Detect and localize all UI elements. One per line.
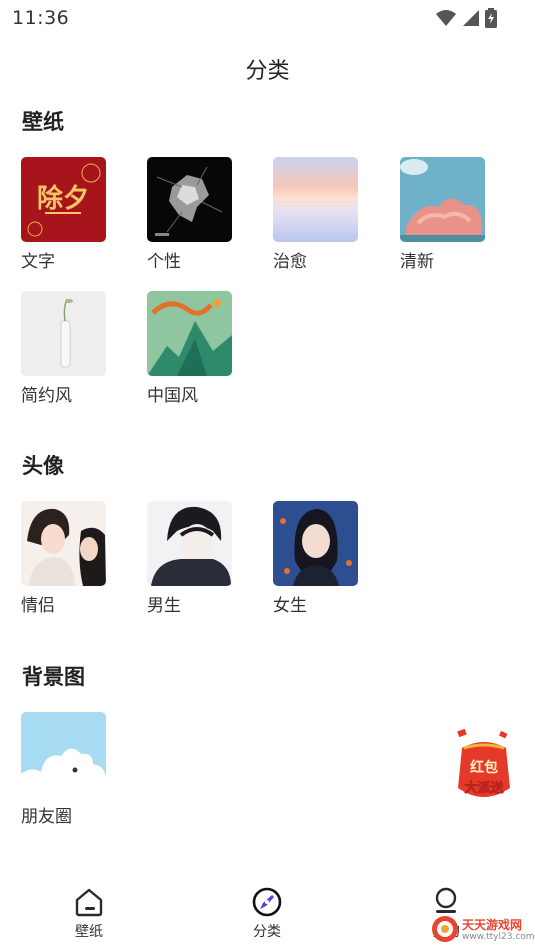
category-text[interactable]: 除夕 文字 (21, 157, 121, 272)
category-label: 简约风 (21, 386, 72, 406)
watermark-text: 天天游戏网 (462, 918, 523, 932)
thumbnail-healing (273, 157, 358, 242)
badge-line2: 大派送 (464, 780, 504, 796)
nav-item-category[interactable]: 分类 (227, 886, 307, 941)
red-packet-badge[interactable]: 红包 大派送 (448, 728, 520, 806)
category-label: 女生 (273, 596, 307, 616)
thumbnail-boy (147, 501, 232, 586)
category-minimal[interactable]: 简约风 (21, 291, 121, 406)
thumbnail-girl (273, 501, 358, 586)
category-label: 中国风 (147, 386, 198, 406)
signal-icon (463, 10, 479, 26)
watermark-logo-icon (432, 916, 458, 942)
compass-icon (252, 887, 282, 917)
category-girl[interactable]: 女生 (273, 501, 373, 616)
section-title-avatar: 头像 (22, 454, 64, 478)
category-label: 朋友圈 (21, 807, 72, 827)
thumbnail-moments (21, 712, 106, 797)
category-healing[interactable]: 治愈 (273, 157, 373, 272)
nav-label-category: 分类 (253, 924, 281, 940)
thumbnail-minimal (21, 291, 106, 376)
category-moments[interactable]: 朋友圈 (21, 712, 121, 827)
category-couple[interactable]: 情侣 (21, 501, 121, 616)
category-label: 男生 (147, 596, 181, 616)
status-icons (435, 7, 497, 29)
section-title-wallpaper: 壁纸 (22, 110, 64, 134)
category-label: 情侣 (21, 596, 55, 616)
battery-icon (485, 8, 497, 28)
thumbnail-fresh (400, 157, 485, 242)
thumbnail-text: 除夕 (21, 157, 106, 242)
category-label: 清新 (400, 252, 434, 272)
category-label: 治愈 (273, 252, 307, 272)
status-time: 11:36 (12, 7, 70, 29)
category-fresh[interactable]: 清新 (400, 157, 500, 272)
category-chinese-style[interactable]: 中国风 (147, 291, 247, 406)
category-label: 文字 (21, 252, 55, 272)
thumbnail-couple (21, 501, 106, 586)
badge-line1: 红包 (470, 759, 498, 776)
nav-label-wallpaper: 壁纸 (75, 924, 103, 940)
category-boy[interactable]: 男生 (147, 501, 247, 616)
home-icon (75, 888, 103, 917)
category-personality[interactable]: 个性 (147, 157, 247, 272)
watermark-url: www.ttyl23.com (462, 932, 535, 942)
wifi-icon (436, 10, 456, 26)
status-bar: 11:36 (0, 0, 535, 36)
thumb-text-label: 除夕 (37, 183, 89, 214)
nav-item-wallpaper[interactable]: 壁纸 (49, 886, 129, 941)
category-label: 个性 (147, 252, 181, 272)
thumbnail-personality (147, 157, 232, 242)
page-title: 分类 (245, 59, 290, 84)
section-title-background: 背景图 (22, 665, 85, 689)
watermark: 天天游戏网 www.ttyl23.com (428, 912, 535, 946)
thumbnail-chinese-style (147, 291, 232, 376)
